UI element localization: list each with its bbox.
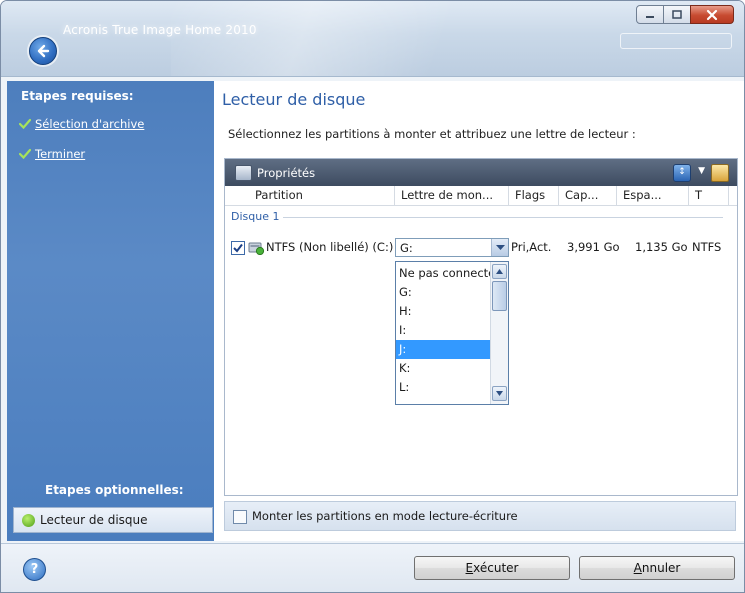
sidebar-item-disk-drive[interactable]: Lecteur de disque — [13, 507, 213, 533]
drive-letter-select[interactable]: G: — [395, 238, 509, 257]
column-header-free-space[interactable]: Espa... — [617, 186, 689, 205]
partitions-panel: Propriétés ↕ ▼ Partition Lettre de mon..… — [224, 158, 738, 496]
drive-letter-value: G: — [400, 241, 413, 255]
title-bar: Acronis True Image Home 2010 — [1, 1, 744, 77]
partition-name: NTFS (Non libellé) (C:) — [266, 240, 394, 254]
sidebar-item-archive-selection[interactable]: Sélection d'archive — [19, 117, 144, 131]
properties-button[interactable]: Propriétés — [235, 165, 315, 181]
partition-icon — [248, 242, 265, 255]
cancel-button[interactable]: Annuler — [579, 556, 735, 580]
optional-steps-heading: Etapes optionnelles: — [45, 483, 184, 497]
maximize-icon — [672, 10, 682, 19]
back-button[interactable] — [29, 37, 57, 65]
close-icon — [706, 9, 718, 20]
wizard-footer: ? Exécuter Annuler — [1, 543, 744, 592]
drive-letter-dropdown-list: Ne pas connecter G: H: I: J: K: L: — [395, 261, 509, 405]
dropdown-scrollbar[interactable] — [490, 262, 508, 404]
scroll-thumb[interactable] — [492, 281, 507, 311]
columns-config-icon[interactable] — [711, 164, 729, 182]
capacity-cell: 3,991 Go — [567, 240, 620, 254]
column-header-flags[interactable]: Flags — [509, 186, 559, 205]
column-header-partition[interactable]: Partition — [243, 186, 395, 205]
scroll-up-button[interactable] — [492, 264, 507, 279]
sidebar-item-label: Terminer — [35, 147, 86, 161]
read-write-option-bar: Monter les partitions en mode lecture-éc… — [224, 501, 736, 531]
flags-cell: Pri,Act. — [511, 240, 552, 254]
dropdown-option-highlighted[interactable]: J: — [396, 340, 492, 359]
dropdown-option[interactable]: L: — [396, 378, 492, 397]
panel-toolbar: Propriétés ↕ ▼ — [225, 159, 737, 186]
sidebar-item-finish[interactable]: Terminer — [19, 147, 85, 161]
dropdown-option[interactable]: I: — [396, 321, 492, 340]
page-title: Lecteur de disque — [222, 90, 366, 109]
check-icon — [19, 148, 31, 160]
partition-checkbox[interactable] — [231, 241, 245, 255]
disk-group-label: Disque 1 — [231, 210, 280, 223]
dropdown-option[interactable]: K: — [396, 359, 492, 378]
column-header-letter[interactable]: Lettre de mon... — [395, 186, 509, 205]
minimize-icon — [646, 15, 654, 18]
back-arrow-icon — [37, 44, 50, 58]
close-button[interactable] — [690, 5, 734, 24]
check-icon — [19, 118, 31, 130]
maximize-button[interactable] — [663, 5, 691, 24]
free-space-cell: 1,135 Go — [635, 240, 688, 254]
column-header-type[interactable]: T — [689, 186, 729, 205]
sidebar-item-label: Sélection d'archive — [35, 117, 145, 131]
sort-icon[interactable]: ↕ — [673, 164, 691, 182]
chevron-up-icon — [496, 269, 503, 274]
main-content: Lecteur de disque Sélectionnez les parti… — [214, 81, 744, 541]
arrow-right-icon — [22, 514, 35, 527]
table-header: Partition Lettre de mon... Flags Cap... … — [225, 186, 737, 206]
chevron-down-icon[interactable]: ▼ — [698, 166, 705, 176]
column-header-capacity[interactable]: Cap... — [559, 186, 617, 205]
read-write-label[interactable]: Monter les partitions en mode lecture-éc… — [252, 509, 518, 523]
read-write-checkbox[interactable] — [233, 510, 247, 524]
minimize-button[interactable] — [636, 5, 664, 24]
chevron-down-icon — [495, 244, 505, 250]
execute-button[interactable]: Exécuter — [414, 556, 570, 580]
table-row[interactable]: NTFS (Non libellé) (C:) G: Pri,Act. 3,99… — [231, 238, 731, 259]
required-steps-heading: Etapes requises: — [21, 89, 134, 103]
chevron-down-icon — [496, 391, 503, 396]
type-cell: NTFS — [692, 240, 722, 254]
sidebar-item-label: Lecteur de disque — [40, 513, 148, 527]
window-controls — [636, 5, 734, 24]
help-icon[interactable]: ? — [23, 558, 46, 581]
scroll-down-button[interactable] — [492, 386, 507, 401]
page-description: Sélectionnez les partitions à monter et … — [228, 127, 636, 141]
dropdown-option[interactable]: Ne pas connecter — [396, 264, 492, 283]
window-title: Acronis True Image Home 2010 — [63, 23, 257, 37]
divider — [283, 217, 723, 218]
combo-dropdown-button[interactable] — [491, 239, 508, 256]
dropdown-option[interactable]: G: — [396, 283, 492, 302]
app-window: Acronis True Image Home 2010 Etapes requ… — [0, 0, 745, 593]
checkmark-icon — [233, 243, 243, 253]
wizard-sidebar: Etapes requises: Sélection d'archive Ter… — [7, 81, 214, 541]
properties-icon — [235, 165, 252, 181]
dropdown-option[interactable]: H: — [396, 302, 492, 321]
